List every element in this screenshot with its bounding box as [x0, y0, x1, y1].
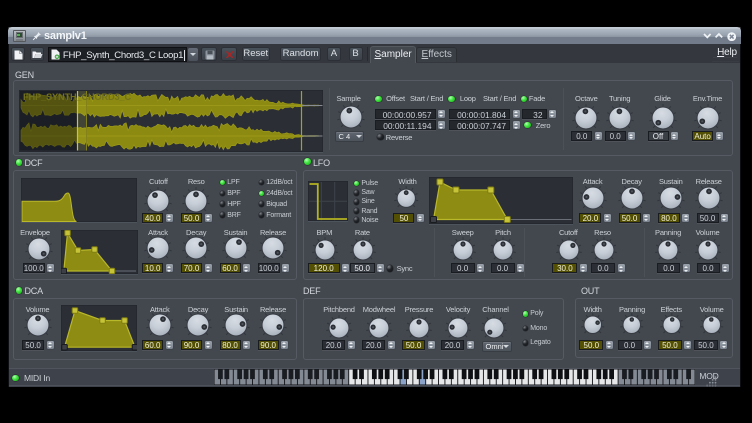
svg-text:FHP_SYNTH_CHORD3_C: FHP_SYNTH_CHORD3_C [23, 92, 131, 102]
